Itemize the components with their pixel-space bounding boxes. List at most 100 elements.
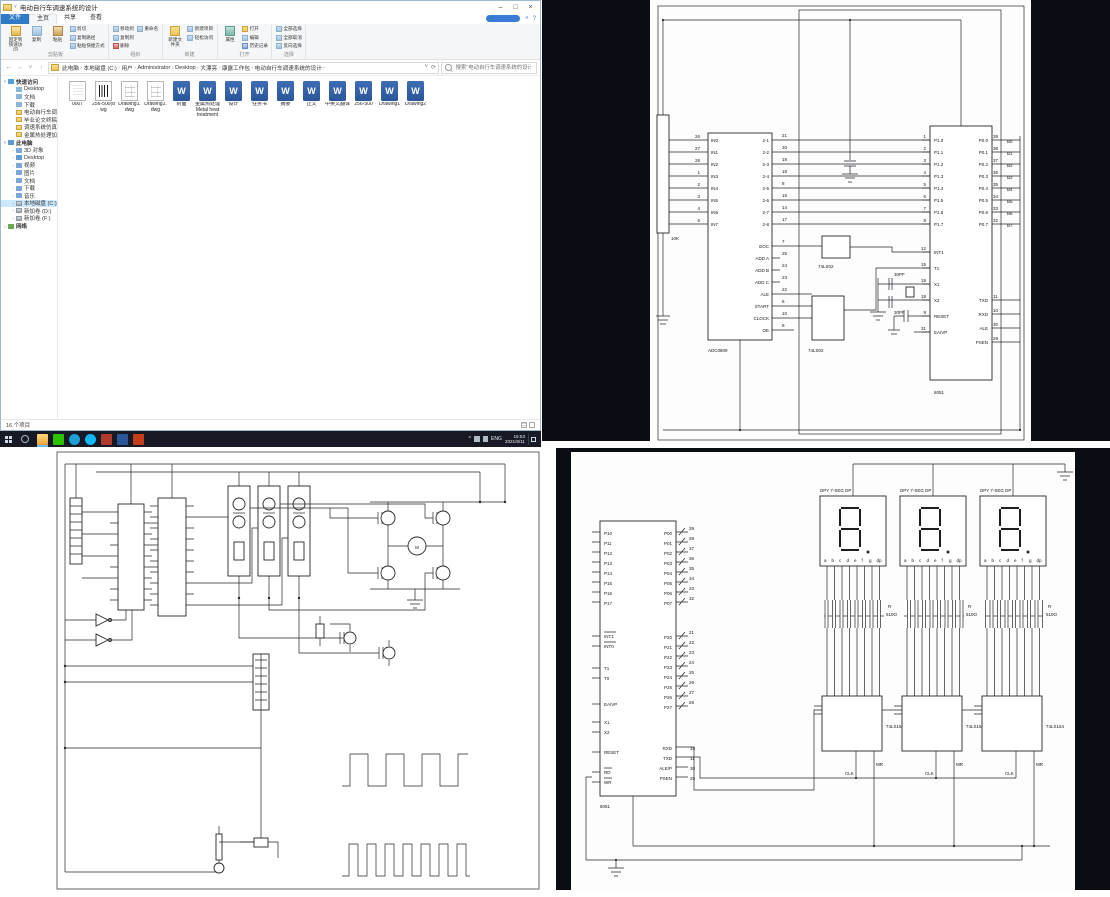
tray-chevron-icon[interactable]: ^ — [468, 436, 471, 442]
sidebar-item[interactable]: ˅ 快速访问 — [1, 78, 57, 86]
file-item[interactable]: W Drawing2 — [403, 81, 428, 119]
qat-dropdown-icon[interactable]: ˅ — [14, 4, 17, 10]
taskbar-app-icon[interactable] — [132, 433, 144, 445]
account-badge[interactable] — [486, 15, 521, 22]
ribbon-button[interactable]: 复制到 — [111, 34, 135, 43]
sidebar-item[interactable]: › 图片 — [1, 169, 57, 177]
ribbon-button[interactable]: 剪切 — [68, 25, 106, 34]
sidebar-item[interactable]: 调速系统仿真 — [1, 124, 57, 131]
titlebar[interactable]: ˅ 电动自行车调速系统的设计 – □ × — [1, 1, 540, 13]
ribbon-button[interactable]: 粘贴 — [47, 25, 68, 51]
file-item[interactable]: Drawing2.dwg — [143, 81, 168, 119]
taskbar-app-icon[interactable] — [84, 433, 96, 445]
ribbon-group-label[interactable]: 打开 — [220, 51, 270, 59]
sidebar-item[interactable]: 下载 — [1, 101, 57, 108]
ribbon-tab[interactable]: 主页 — [29, 14, 58, 24]
ribbon-button[interactable]: 属性 — [220, 25, 241, 51]
taskbar-search-icon[interactable] — [21, 435, 29, 443]
ribbon-button[interactable]: 固定到快速访问 — [5, 25, 26, 51]
file-item[interactable]: W 金属热处理Metal heat treatment — [195, 81, 220, 119]
breadcrumb-segment[interactable]: 此电脑 — [61, 64, 80, 72]
file-item[interactable]: W 256-500 — [351, 81, 376, 119]
ribbon-group-label[interactable]: 新建 — [165, 51, 215, 59]
forward-button[interactable]: → — [15, 64, 24, 71]
ribbon-button[interactable]: 新建项目 — [186, 25, 215, 34]
ribbon-button[interactable]: 复制路径 — [68, 34, 106, 43]
maximize-button[interactable]: □ — [508, 2, 523, 13]
taskbar-app-icon[interactable] — [52, 433, 64, 445]
breadcrumb-segment[interactable]: 大漂亮 — [199, 64, 218, 72]
minimize-button[interactable]: – — [493, 2, 508, 13]
ribbon-collapse-icon[interactable]: ˄ — [525, 16, 529, 22]
sidebar-item[interactable]: ˅ 此电脑 — [1, 139, 57, 146]
ribbon-button[interactable]: 全部取消 — [274, 34, 303, 43]
sidebar-item[interactable]: 电动自行车调速系统设计 — [1, 108, 57, 116]
sidebar-item[interactable]: 金属热处理加工工艺 — [1, 131, 57, 139]
sidebar-item[interactable]: › 网络 — [1, 222, 57, 230]
sidebar-item[interactable]: › 音乐 — [1, 192, 57, 200]
taskbar-app-icon[interactable] — [116, 433, 128, 445]
ribbon-button[interactable]: 编辑 — [241, 34, 270, 43]
close-button[interactable]: × — [523, 2, 538, 13]
sidebar-item[interactable]: › 下载 — [1, 184, 57, 192]
file-item[interactable]: 256-500(dwg — [91, 81, 116, 119]
search-input[interactable] — [453, 63, 533, 72]
ribbon-button[interactable]: 粘贴快捷方式 — [68, 42, 106, 51]
sidebar-item[interactable]: 文档 — [1, 93, 57, 101]
details-view-icon[interactable] — [521, 422, 527, 428]
ribbon-button[interactable]: 打开 — [241, 25, 270, 34]
file-item[interactable]: W 摘要 — [273, 81, 298, 119]
breadcrumb[interactable]: 此电脑 › 本地磁盘 (C:) › 用户 › Administrator › Desktop › 大… — [48, 61, 439, 74]
breadcrumb-segment[interactable]: 电动自行车调速系统的设计 — [254, 64, 323, 72]
sidebar-item[interactable]: Desktop — [1, 86, 57, 94]
recent-dropdown-icon[interactable]: ˅ — [26, 64, 35, 71]
file-item[interactable]: W 设计 — [221, 81, 246, 119]
sidebar-item[interactable]: › 视频 — [1, 162, 57, 169]
file-item[interactable]: W 正文 — [299, 81, 324, 119]
action-center-icon[interactable] — [528, 433, 538, 445]
ribbon-button[interactable]: 复制 — [26, 25, 47, 51]
refresh-icon[interactable]: ⟳ — [431, 64, 436, 71]
ribbon-button[interactable]: 历史记录 — [241, 42, 270, 51]
ribbon-group-label[interactable]: 剪贴板 — [5, 51, 106, 59]
breadcrumb-segment[interactable]: 本地磁盘 (C:) — [83, 64, 118, 72]
ribbon-button[interactable]: 删除 — [111, 42, 135, 51]
ribbon-tab[interactable]: 共享 — [57, 14, 83, 24]
thumbnail-view-icon[interactable] — [529, 422, 535, 428]
file-item[interactable]: Drawing1.dwg — [117, 81, 142, 119]
sidebar-item[interactable]: › Desktop — [1, 154, 57, 162]
file-item[interactable]: W 封面 — [169, 81, 194, 119]
tab-file[interactable]: 文件 — [1, 14, 30, 24]
ribbon-group-label[interactable]: 组织 — [111, 51, 160, 59]
ribbon-button[interactable]: 重命名 — [135, 25, 159, 34]
sidebar-item[interactable]: › 文档 — [1, 177, 57, 184]
sidebar-item[interactable]: 毕业论文终稿 — [1, 116, 57, 124]
file-item[interactable]: W 任务书 — [247, 81, 272, 119]
ribbon-button[interactable]: 轻松访问 — [186, 34, 215, 43]
ribbon-button[interactable]: 新建文件夹 — [165, 25, 186, 51]
up-button[interactable]: ↑ — [37, 64, 46, 71]
sidebar-item[interactable]: › 本地磁盘 (C:) — [1, 199, 57, 208]
file-item[interactable]: W 中英文翻译 — [325, 81, 350, 119]
sidebar-item[interactable]: › 3D 对象 — [1, 146, 57, 154]
ribbon-button[interactable]: 反向选择 — [274, 42, 303, 51]
taskbar-app-icon[interactable] — [68, 433, 80, 445]
ribbon-button[interactable]: 移动到 — [111, 25, 135, 34]
clock[interactable]: 15:53 2021/8/11 — [505, 434, 525, 444]
start-button[interactable] — [0, 431, 16, 447]
breadcrumb-segment[interactable]: 用户 — [121, 64, 134, 72]
address-dropdown-icon[interactable]: ˅ — [424, 64, 428, 71]
search-box[interactable] — [441, 61, 537, 74]
language-indicator[interactable]: ENG — [491, 436, 502, 442]
breadcrumb-segment[interactable]: 康露工作包 — [221, 64, 251, 72]
volume-icon[interactable] — [474, 436, 480, 442]
breadcrumb-segment[interactable]: Administrator — [136, 65, 171, 71]
back-button[interactable]: ← — [4, 64, 13, 71]
ribbon-button[interactable]: 全部选择 — [274, 25, 303, 34]
taskbar-app-icon[interactable] — [100, 433, 112, 445]
ribbon-group-label[interactable]: 选择 — [274, 51, 303, 59]
file-item[interactable]: 0007 — [65, 81, 90, 119]
ribbon-tab[interactable]: 查看 — [83, 14, 109, 24]
breadcrumb-segment[interactable]: Desktop — [174, 65, 197, 71]
sidebar-item[interactable]: › 新加卷 (F:) — [1, 215, 57, 222]
